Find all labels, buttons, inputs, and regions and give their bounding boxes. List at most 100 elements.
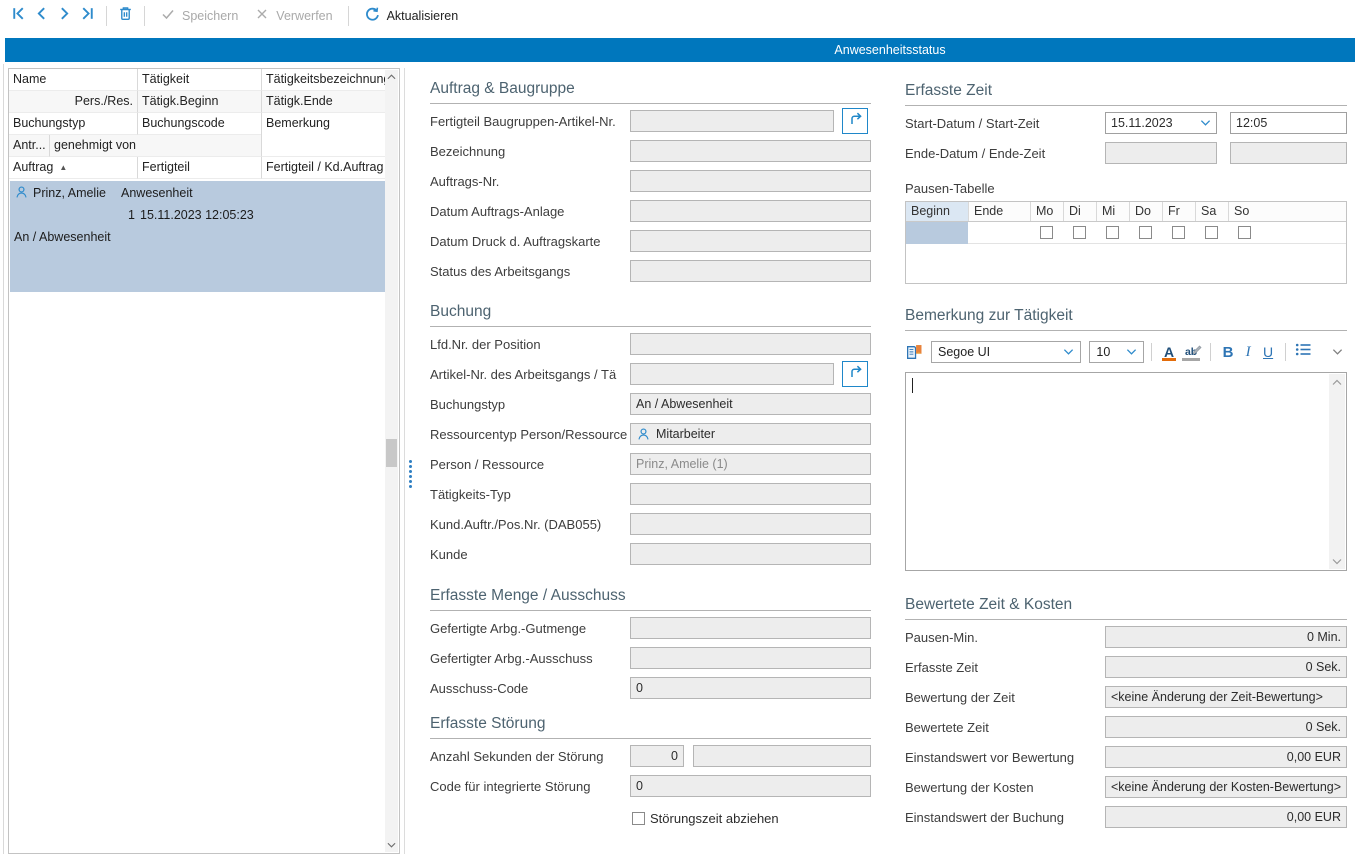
mi-checkbox[interactable] (1106, 226, 1119, 239)
font-name-combo[interactable]: Segoe UI (931, 341, 1081, 363)
grid-header-buchungstyp[interactable]: Buchungstyp (9, 113, 137, 135)
toolbar-separator (348, 6, 349, 26)
grid-scrollbar-thumb[interactable] (386, 439, 397, 467)
more-options-button[interactable] (1327, 341, 1347, 363)
start-datum-combo[interactable]: 15.11.2023 (1105, 112, 1217, 134)
grid-scrollbar[interactable] (385, 70, 398, 852)
mo-checkbox[interactable] (1040, 226, 1053, 239)
discard-button[interactable]: Verwerfen (246, 4, 340, 28)
panel-title: Anwesenheitsstatus (834, 43, 945, 57)
bold-icon: B (1223, 344, 1234, 361)
grid-header-genehmigt-von[interactable]: genehmigt von (49, 135, 261, 157)
stoerung-code-field[interactable]: 0 (630, 775, 871, 797)
pausen-col-mo[interactable]: Mo (1030, 202, 1063, 221)
so-checkbox[interactable] (1238, 226, 1251, 239)
grid-header-bemerkung[interactable]: Bemerkung (261, 113, 386, 135)
grid-header-persres[interactable]: Pers./Res. (9, 91, 137, 113)
pausen-sa-cell (1195, 222, 1228, 244)
pausen-col-mi[interactable]: Mi (1096, 202, 1129, 221)
save-button[interactable]: Speichern (152, 4, 246, 28)
jump-to-icon (847, 110, 864, 132)
scroll-down-icon[interactable] (385, 838, 398, 852)
sa-checkbox[interactable] (1205, 226, 1218, 239)
field-label: Start-Datum / Start-Zeit (905, 116, 1105, 131)
first-record-icon (10, 5, 27, 27)
first-record-button[interactable] (7, 4, 30, 28)
stoerungszeit-checkbox[interactable] (632, 812, 645, 825)
field-label: Datum Auftrags-Anlage (430, 204, 630, 219)
grid-header-auftrag[interactable]: Auftrag▲ (9, 157, 137, 179)
jump-to-button[interactable] (842, 361, 868, 387)
order-column: Auftrag & Baugruppe Fertigteil Baugruppe… (430, 68, 871, 826)
previous-record-button[interactable] (30, 4, 53, 28)
grid-header-taetigk-beginn[interactable]: Tätigk.Beginn (137, 91, 261, 113)
stoerungszeit-checkbox-label: Störungszeit abziehen (650, 811, 779, 826)
start-zeit-field[interactable]: 12:05 (1230, 112, 1347, 134)
fr-checkbox[interactable] (1172, 226, 1185, 239)
pausen-col-di[interactable]: Di (1063, 202, 1096, 221)
pausen-col-fr[interactable]: Fr (1162, 202, 1195, 221)
grid-header-taetigk-ende[interactable]: Tätigk.Ende (261, 91, 386, 113)
lfdnr-field (630, 333, 871, 355)
font-color-button[interactable]: A (1159, 341, 1179, 363)
grid-header-fertigteil[interactable]: Fertigteil (137, 157, 261, 179)
pausen-col-so[interactable]: So (1228, 202, 1261, 221)
fertigteil-artikelnr-field (630, 110, 834, 132)
italic-button[interactable]: I (1238, 341, 1258, 363)
attendance-window: Speichern Verwerfen Aktualisieren Anwese… (0, 0, 1355, 854)
grid-header-buchungscode[interactable]: Buchungscode (137, 113, 261, 135)
bullet-list-button[interactable] (1293, 341, 1313, 363)
scroll-down-icon[interactable] (1329, 553, 1345, 569)
scroll-up-icon[interactable] (385, 70, 398, 84)
auftragsnr-field (630, 170, 871, 192)
font-size-combo[interactable]: 10 (1089, 341, 1144, 363)
ende-datum-field (1105, 142, 1217, 164)
splitter-handle[interactable] (408, 458, 413, 490)
status-arbeitsgang-field (630, 260, 871, 282)
bewertete-zeit-field: 0 Sek. (1105, 716, 1347, 738)
grid-header-name[interactable]: Name (9, 69, 137, 91)
field-label: Tätigkeits-Typ (430, 487, 630, 502)
di-checkbox[interactable] (1073, 226, 1086, 239)
grid-header-fertigteil-kdauftrag[interactable]: Fertigteil / Kd.Auftrag (261, 157, 386, 179)
toolbar-separator (1210, 343, 1211, 361)
pausen-col-sa[interactable]: Sa (1195, 202, 1228, 221)
stoerung-sekunden-field[interactable]: 0 (630, 745, 684, 767)
discard-x-icon (254, 6, 270, 25)
font-color-icon: A (1164, 345, 1174, 359)
next-record-button[interactable] (53, 4, 76, 28)
person-icon (636, 427, 651, 442)
pausen-col-beginn[interactable]: Beginn (906, 202, 968, 221)
textarea-scrollbar[interactable] (1329, 374, 1345, 569)
grid-cell-name: Prinz, Amelie (33, 186, 106, 200)
grid-row-selected[interactable]: Prinz, Amelie Anwesenheit 1 15.11.2023 1… (10, 181, 385, 292)
underline-icon: U (1263, 344, 1273, 360)
richtext-toolbar: Segoe UI 10 A ab B I U (905, 339, 1347, 365)
underline-button[interactable]: U (1258, 341, 1278, 363)
grid-header-taetigkeit[interactable]: Tätigkeit (137, 69, 261, 91)
kunde-field (630, 543, 871, 565)
save-check-icon (160, 6, 176, 25)
pausen-col-ende[interactable]: Ende (968, 202, 1030, 221)
field-label: Einstandswert vor Bewertung (905, 750, 1105, 765)
refresh-button[interactable]: Aktualisieren (356, 4, 467, 28)
pausen-mo-cell (1030, 222, 1063, 244)
font-book-icon[interactable] (905, 343, 924, 362)
grid-header-taetigkeitsbezeichnung[interactable]: Tätigkeitsbezeichnung (261, 69, 386, 91)
grid-header-antrag[interactable]: Antr... (9, 135, 49, 157)
more-options-chevron-icon (1332, 343, 1343, 361)
pausen-beginn-cell[interactable] (906, 222, 968, 244)
scroll-up-icon[interactable] (1329, 374, 1345, 390)
bold-button[interactable]: B (1218, 341, 1238, 363)
ausschuss-code-field[interactable]: 0 (630, 677, 871, 699)
bewertung-kosten-field: <keine Änderung der Kosten-Bewertung> (1105, 776, 1347, 798)
delete-button[interactable] (114, 4, 137, 28)
jump-to-button[interactable] (842, 108, 868, 134)
pausen-table: Beginn Ende Mo Di Mi Do Fr Sa So (905, 201, 1347, 284)
pausen-col-do[interactable]: Do (1129, 202, 1162, 221)
pausen-ende-cell[interactable] (968, 222, 1030, 244)
last-record-button[interactable] (76, 4, 99, 28)
highlight-button[interactable]: ab (1179, 341, 1203, 363)
bemerkung-textarea[interactable] (905, 372, 1347, 571)
do-checkbox[interactable] (1139, 226, 1152, 239)
